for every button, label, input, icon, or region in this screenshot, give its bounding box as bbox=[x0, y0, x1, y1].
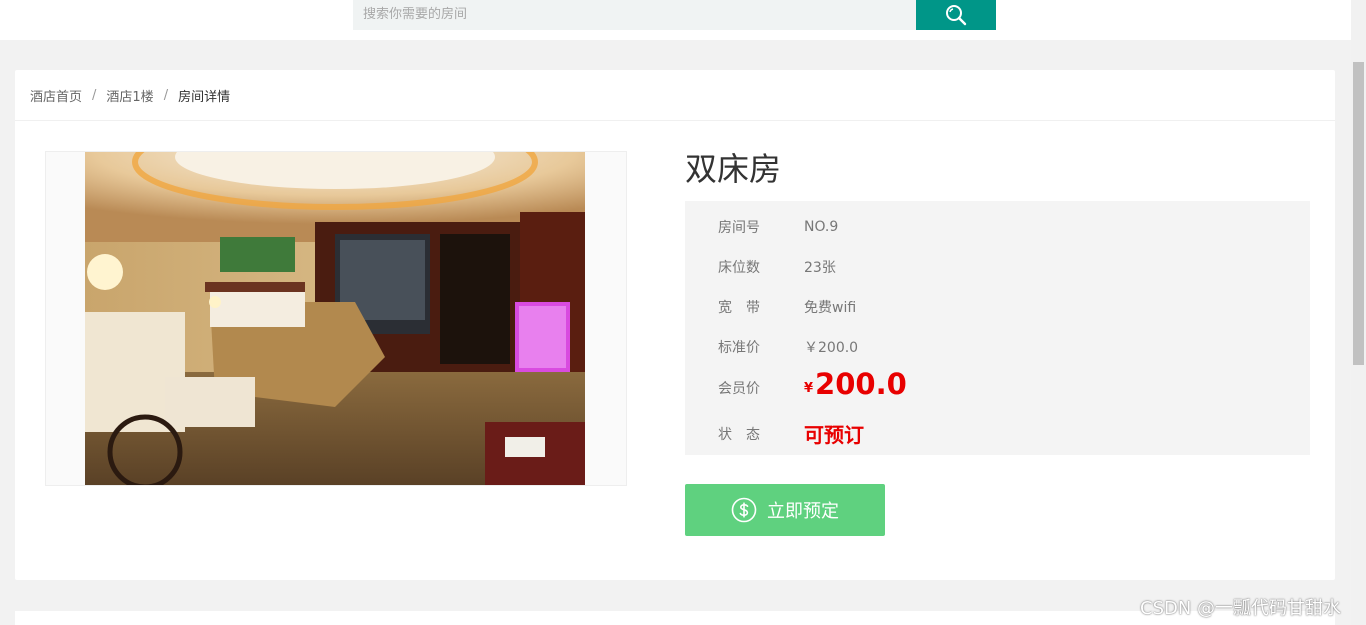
top-bar bbox=[0, 0, 1351, 40]
status-label: 状 态 bbox=[718, 426, 760, 443]
search-icon bbox=[946, 5, 967, 26]
room-no-label: 房间号 bbox=[718, 220, 760, 236]
scrollbar-thumb[interactable] bbox=[1353, 62, 1364, 365]
search-input[interactable] bbox=[353, 0, 916, 30]
beds-value: 23张 bbox=[804, 260, 836, 276]
room-title: 双床房 bbox=[685, 150, 782, 188]
broadband-label: 宽 带 bbox=[718, 300, 760, 316]
watermark-text: CSDN @一瓢代码甘甜水 bbox=[1140, 598, 1342, 619]
breadcrumb: 酒店首页 / 酒店1楼 / 房间详情 bbox=[15, 70, 1335, 121]
room-detail-card: 酒店首页 / 酒店1楼 / 房间详情 双床房 房间号 NO.9 床位数 23张 … bbox=[15, 70, 1335, 580]
info-row-standard-price: 标准价 ￥200.0 bbox=[718, 337, 858, 357]
room-photo bbox=[85, 152, 585, 485]
broadband-value: 免费wifi bbox=[804, 300, 857, 316]
standard-price-value: ￥200.0 bbox=[804, 340, 859, 356]
breadcrumb-floor-link[interactable]: 酒店1楼 bbox=[106, 86, 153, 105]
lower-card bbox=[15, 611, 1335, 625]
book-now-label: 立即预定 bbox=[767, 501, 839, 522]
info-row-room-no: 房间号 NO.9 bbox=[718, 217, 838, 237]
member-price-value: 200.0 bbox=[815, 367, 907, 401]
status-value: 可预订 bbox=[804, 423, 864, 447]
breadcrumb-home-link[interactable]: 酒店首页 bbox=[30, 86, 82, 105]
room-info-panel: 房间号 NO.9 床位数 23张 宽 带 免费wifi 标准价 ￥200.0 会… bbox=[685, 201, 1310, 455]
search-button[interactable] bbox=[916, 0, 996, 30]
book-now-button[interactable]: 立即预定 bbox=[685, 484, 885, 536]
room-photo-frame bbox=[45, 151, 627, 486]
member-price-label: 会员价 bbox=[718, 381, 760, 397]
info-row-beds: 床位数 23张 bbox=[718, 257, 836, 277]
room-no-value: NO.9 bbox=[804, 219, 839, 235]
breadcrumb-current: 房间详情 bbox=[178, 89, 231, 105]
page-scrollbar[interactable] bbox=[1351, 0, 1366, 625]
standard-price-label: 标准价 bbox=[718, 340, 760, 356]
breadcrumb-separator: / bbox=[92, 87, 97, 103]
info-row-member-price: 会员价 ¥ 200.0 bbox=[718, 367, 907, 401]
beds-label: 床位数 bbox=[718, 260, 760, 276]
breadcrumb-separator: / bbox=[163, 87, 169, 103]
member-price-currency: ¥ bbox=[804, 380, 814, 396]
dollar-circle-icon bbox=[731, 497, 757, 523]
info-row-status: 状 态 可预订 bbox=[718, 419, 864, 448]
info-row-broadband: 宽 带 免费wifi bbox=[718, 297, 856, 317]
